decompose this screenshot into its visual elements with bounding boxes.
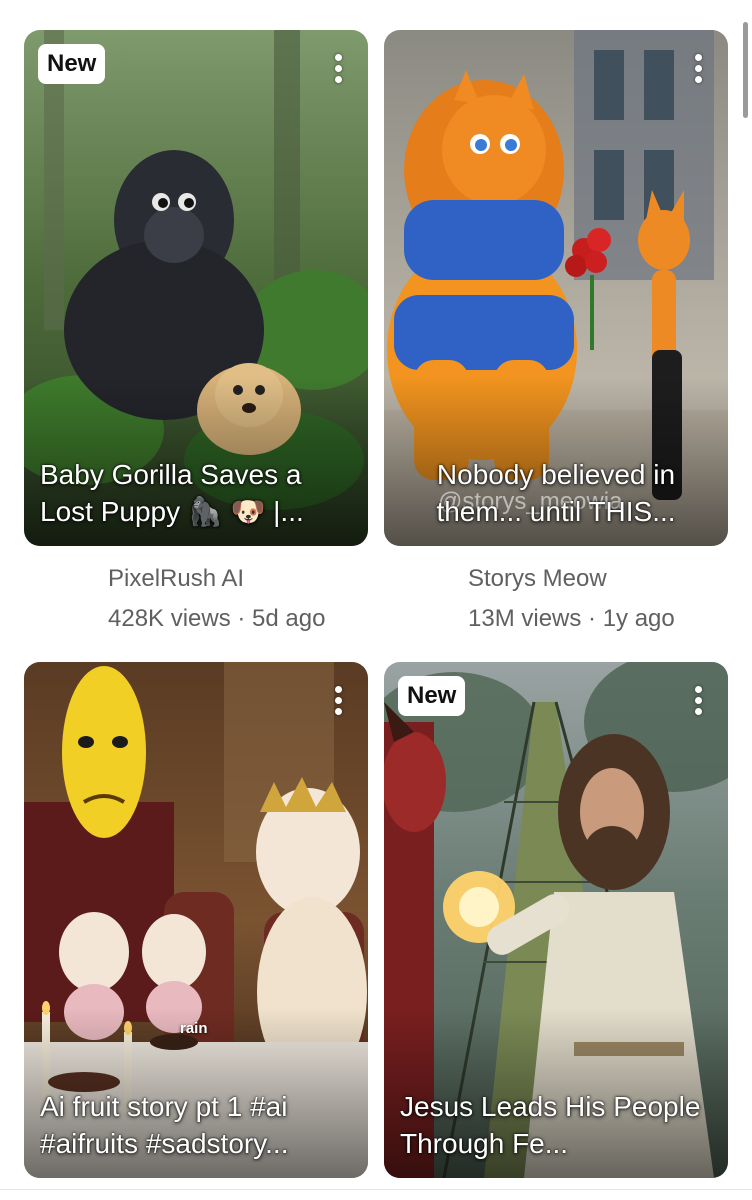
short-thumbnail[interactable]: @storys_meowia Nobody believed in them..… <box>384 30 728 546</box>
short-title: Nobody believed in them... until THIS... <box>436 459 676 527</box>
short-card-1[interactable]: New Baby Gorilla Saves a Lost Puppy 🦍 🐶 … <box>24 30 368 634</box>
short-thumbnail[interactable]: rain Ai fruit story pt 1 #ai #aifruits #… <box>24 662 368 1178</box>
short-title: Ai fruit story pt 1 #ai #aifruits #sadst… <box>40 1091 289 1159</box>
short-card-3[interactable]: rain Ai fruit story pt 1 #ai #aifruits #… <box>24 662 368 1178</box>
shorts-grid: New Baby Gorilla Saves a Lost Puppy 🦍 🐶 … <box>0 0 752 1200</box>
short-card-4[interactable]: New Jesus Leads His People Through Fe... <box>384 662 728 1178</box>
more-options-button[interactable] <box>676 678 720 722</box>
more-vertical-icon <box>694 53 702 61</box>
more-vertical-icon <box>334 53 342 61</box>
more-vertical-icon <box>694 685 702 693</box>
new-badge: New <box>398 676 466 716</box>
more-options-button[interactable] <box>676 46 720 90</box>
more-options-button[interactable] <box>316 46 360 90</box>
video-caption: rain <box>180 1020 208 1037</box>
divider <box>0 1189 752 1190</box>
short-thumbnail[interactable]: New Baby Gorilla Saves a Lost Puppy 🦍 🐶 … <box>24 30 368 546</box>
new-badge: New <box>38 44 106 84</box>
short-title: Jesus Leads His People Through Fe... <box>400 1091 701 1159</box>
channel-name[interactable]: Storys Meow <box>468 564 728 594</box>
more-vertical-icon <box>334 685 342 693</box>
short-card-2[interactable]: @storys_meowia Nobody believed in them..… <box>384 30 728 634</box>
short-meta: PixelRush AI 428K views · 5d ago <box>24 546 368 634</box>
view-stats: 428K views · 5d ago <box>108 605 326 632</box>
more-options-button[interactable] <box>316 678 360 722</box>
short-title: Baby Gorilla Saves a Lost Puppy 🦍 🐶 |... <box>40 459 304 527</box>
short-meta: Storys Meow 13M views · 1y ago <box>384 546 728 634</box>
channel-name[interactable]: PixelRush AI <box>108 564 368 594</box>
scrollbar[interactable] <box>743 22 748 118</box>
view-stats: 13M views · 1y ago <box>468 605 675 632</box>
short-thumbnail[interactable]: New Jesus Leads His People Through Fe... <box>384 662 728 1178</box>
